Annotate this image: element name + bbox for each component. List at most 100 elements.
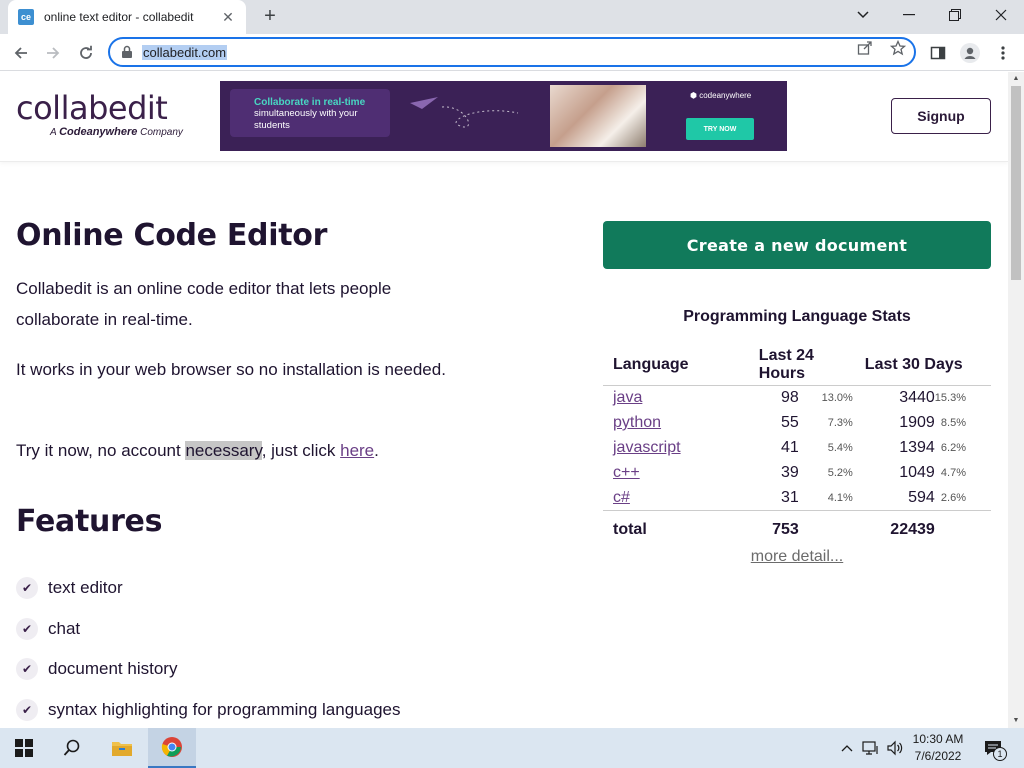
profile-avatar-icon[interactable] xyxy=(957,40,983,66)
start-button[interactable] xyxy=(0,728,48,768)
network-icon[interactable] xyxy=(860,728,882,768)
try-now-text-end: . xyxy=(374,441,379,460)
search-icon xyxy=(63,739,80,756)
windows-logo-icon xyxy=(15,739,33,757)
language-link[interactable]: java xyxy=(613,389,642,406)
notification-count-badge: 1 xyxy=(993,747,1007,761)
chrome-menu-icon[interactable] xyxy=(990,40,1016,66)
checkmark-icon: ✔ xyxy=(16,617,38,640)
scroll-down-arrow-icon[interactable]: ▼ xyxy=(1008,714,1024,728)
column-header-language: Language xyxy=(603,347,749,386)
url-text[interactable]: collabedit.com xyxy=(142,44,228,60)
browser-tab-strip: ce online text editor - collabedit ✕ + xyxy=(0,0,1024,34)
column-header-24h: Last 24 Hours xyxy=(748,347,855,386)
logo-tagline-brand: Codeanywhere xyxy=(59,126,138,138)
count-30d: 1049 xyxy=(899,464,935,481)
table-header-row: Language Last 24 Hours Last 30 Days xyxy=(603,347,991,386)
feature-label: document history xyxy=(48,659,178,679)
percent-24h: 13.0% xyxy=(821,392,853,405)
restore-button[interactable] xyxy=(932,0,978,30)
logo-tagline-suffix: Company xyxy=(140,127,183,138)
checkmark-icon: ✔ xyxy=(16,698,38,721)
count-30d: 1909 xyxy=(899,414,935,431)
list-item: ✔ chat xyxy=(16,609,400,650)
side-panel-icon[interactable] xyxy=(925,40,951,66)
percent-24h: 7.3% xyxy=(827,417,853,429)
ad-text: simultaneously with your students xyxy=(254,108,358,131)
language-stats-table: Language Last 24 Hours Last 30 Days java… xyxy=(603,347,991,549)
feature-label: text editor xyxy=(48,578,123,598)
collabedit-logo[interactable]: collabedit A Codeanywhere Company xyxy=(16,90,183,138)
table-row: python 55 7.3% 1909 8.5% xyxy=(603,411,991,436)
tab-search-icon[interactable] xyxy=(840,0,886,30)
bookmark-star-icon[interactable] xyxy=(889,39,907,60)
page-viewport: collabedit A Codeanywhere Company Collab… xyxy=(0,72,1008,728)
more-detail-link[interactable]: more detail... xyxy=(603,548,991,566)
percent-30d: 15.3% xyxy=(934,392,966,405)
percent-30d: 8.5% xyxy=(940,417,966,429)
site-header: collabedit A Codeanywhere Company Collab… xyxy=(0,72,1008,162)
features-heading: Features xyxy=(16,504,163,539)
features-list: ✔ text editor ✔ chat ✔ document history … xyxy=(16,568,400,728)
create-document-button[interactable]: Create a new document xyxy=(603,221,991,269)
count-24h: 31 xyxy=(781,488,799,506)
count-30d: 3440 xyxy=(899,389,935,407)
stats-title: Programming Language Stats xyxy=(683,308,911,325)
volume-icon[interactable] xyxy=(884,728,906,768)
share-icon[interactable] xyxy=(857,40,873,60)
advertisement-banner[interactable]: Collaborate in real-time simultaneously … xyxy=(220,81,787,151)
percent-30d: 4.7% xyxy=(940,467,966,479)
table-row: c++ 39 5.2% 1049 4.7% xyxy=(603,461,991,486)
back-button[interactable] xyxy=(8,40,34,66)
logo-wordmark: collabedit xyxy=(16,89,168,127)
notification-center-button[interactable]: 1 xyxy=(978,728,1008,768)
percent-24h: 5.4% xyxy=(827,442,853,454)
chrome-icon xyxy=(161,737,182,757)
total-label: total xyxy=(603,510,749,549)
table-row: javascript 41 5.4% 1394 6.2% xyxy=(603,436,991,461)
checkmark-icon: ✔ xyxy=(16,658,38,681)
language-link[interactable]: python xyxy=(613,414,661,431)
ad-brand: ⬢ codeanywhere xyxy=(690,91,751,100)
count-24h: 39 xyxy=(781,464,799,481)
system-clock[interactable]: 10:30 AM 7/6/2022 xyxy=(904,731,972,765)
search-button[interactable] xyxy=(48,728,96,768)
try-now-text-middle: , just click xyxy=(261,441,336,460)
try-now-paragraph: Try it now, no account necessary, just c… xyxy=(16,435,456,466)
reload-button[interactable] xyxy=(73,40,99,66)
address-bar[interactable]: collabedit.com xyxy=(108,37,916,67)
close-window-button[interactable] xyxy=(978,0,1024,30)
chrome-taskbar-button[interactable] xyxy=(148,728,196,768)
table-row: c# 31 4.1% 594 2.6% xyxy=(603,486,991,511)
language-link[interactable]: c# xyxy=(613,489,630,506)
language-link[interactable]: c++ xyxy=(613,464,640,481)
browser-paragraph: It works in your web browser so no insta… xyxy=(16,360,446,379)
scroll-up-arrow-icon[interactable]: ▲ xyxy=(1008,72,1024,86)
favicon-icon: ce xyxy=(18,9,34,25)
table-row: java 98 13.0% 3440 15.3% xyxy=(603,386,991,411)
show-hidden-icons-chevron-icon[interactable] xyxy=(838,728,856,768)
minimize-button[interactable] xyxy=(886,0,932,30)
close-tab-icon[interactable]: ✕ xyxy=(220,9,236,26)
new-tab-button[interactable]: + xyxy=(258,5,282,29)
ad-brand-text: codeanywhere xyxy=(699,91,752,100)
clock-time: 10:30 AM xyxy=(912,732,964,746)
forward-button[interactable] xyxy=(40,40,66,66)
signup-button[interactable]: Signup xyxy=(891,98,991,134)
ad-try-now-button[interactable]: TRY NOW xyxy=(686,118,754,140)
language-link[interactable]: javascript xyxy=(613,439,681,456)
lock-icon[interactable] xyxy=(120,45,134,59)
paper-plane-icon xyxy=(410,97,519,128)
try-now-text: Try it now, no account xyxy=(16,441,181,460)
list-item: ✔ document history xyxy=(16,649,400,690)
here-link[interactable]: here xyxy=(340,441,374,460)
logo-tagline-prefix: A xyxy=(50,127,57,138)
percent-30d: 6.2% xyxy=(940,442,966,454)
percent-24h: 4.1% xyxy=(827,491,853,504)
file-explorer-button[interactable] xyxy=(98,728,146,768)
page-scrollbar[interactable]: ▲ ▼ xyxy=(1008,72,1024,728)
clock-date: 7/6/2022 xyxy=(914,749,962,763)
feature-label: syntax highlighting for programming lang… xyxy=(48,699,401,719)
browser-tab[interactable]: ce online text editor - collabedit ✕ xyxy=(8,0,246,34)
scrollbar-thumb[interactable] xyxy=(1011,86,1021,280)
